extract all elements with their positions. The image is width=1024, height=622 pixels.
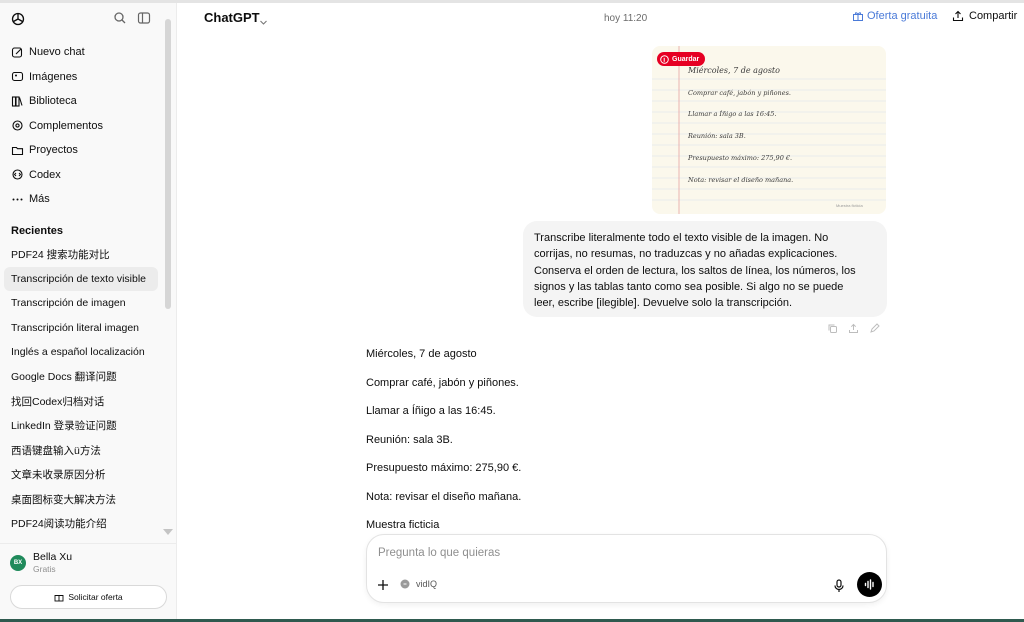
sidebar: Nuevo chat Imágenes Biblioteca Complemen… bbox=[0, 3, 177, 619]
gift-icon bbox=[852, 10, 864, 22]
chevron-down-icon[interactable] bbox=[259, 14, 268, 25]
sidebar-divider bbox=[0, 543, 176, 544]
avatar: BX bbox=[10, 555, 26, 571]
assistant-line: Llamar a Íñigo a las 16:45. bbox=[366, 405, 496, 417]
sidebar-header bbox=[0, 3, 176, 33]
voice-mode-button[interactable] bbox=[857, 572, 882, 597]
sidebar-item-more[interactable]: Más bbox=[4, 187, 160, 212]
message-composer: vidIQ bbox=[366, 534, 887, 603]
request-offer-button[interactable]: Solicitar oferta bbox=[10, 585, 167, 609]
edit-icon[interactable] bbox=[869, 323, 880, 334]
sidebar-item-new-chat[interactable]: Nuevo chat bbox=[4, 40, 160, 65]
model-selector[interactable]: ChatGPT bbox=[204, 10, 260, 25]
chat-timestamp: hoy 11:20 bbox=[604, 13, 648, 24]
assistant-line: Presupuesto máximo: 275,90 €. bbox=[366, 462, 522, 474]
free-offer-link[interactable]: Oferta gratuita bbox=[852, 10, 937, 22]
pinterest-save-button[interactable]: Guardar bbox=[657, 52, 706, 66]
recent-chat-item[interactable]: 桌面图标变大解决方法 bbox=[4, 487, 158, 512]
recent-chat-item[interactable]: 找回Codex归档对话 bbox=[4, 389, 158, 414]
sidebar-item-label: Imágenes bbox=[29, 70, 78, 83]
microphone-icon[interactable] bbox=[833, 579, 845, 593]
assistant-message: Miércoles, 7 de agosto Comprar café, jab… bbox=[366, 346, 846, 546]
user-message-line: Conserva el orden de lectura, los saltos… bbox=[534, 264, 856, 277]
recent-chat-item[interactable]: Inglés a español localización bbox=[4, 340, 158, 365]
note-line: Presupuesto máximo: 275,90 €. bbox=[688, 154, 793, 162]
sidebar-item-label: Más bbox=[29, 193, 50, 206]
sidebar-item-label: Nuevo chat bbox=[29, 46, 85, 59]
user-message-line: signos y las tablas tanto como sea posib… bbox=[534, 280, 844, 293]
recents-heading: Recientes bbox=[11, 225, 63, 237]
vidiq-label: vidIQ bbox=[416, 579, 438, 589]
sidebar-item-codex[interactable]: Codex bbox=[4, 163, 160, 188]
note-watermark: Muestra ficticia bbox=[836, 203, 863, 208]
more-icon bbox=[11, 193, 24, 206]
user-message-line: leer, escribe [ilegible]. Devuelve solo … bbox=[534, 297, 793, 310]
plugins-icon bbox=[11, 119, 24, 132]
assistant-line: Nota: revisar el diseño mañana. bbox=[366, 490, 522, 503]
scroll-down-arrow-icon[interactable] bbox=[163, 529, 173, 535]
message-actions bbox=[827, 323, 880, 334]
request-offer-label: Solicitar oferta bbox=[68, 592, 123, 602]
uploaded-note-image[interactable]: Miércoles, 7 de agosto Comprar café, jab… bbox=[652, 46, 886, 214]
waveform-icon bbox=[863, 578, 876, 591]
sidebar-item-label: Proyectos bbox=[29, 144, 78, 157]
note-line: Llamar a Íñigo a las 16:45. bbox=[688, 110, 777, 118]
note-line: Nota: revisar el diseño mañana. bbox=[688, 176, 794, 184]
free-offer-label: Oferta gratuita bbox=[867, 10, 938, 22]
recent-chat-item[interactable]: Transcripción literal imagen bbox=[4, 316, 158, 341]
recent-chat-item[interactable]: PDF24 搜索功能对比 bbox=[4, 242, 158, 267]
recent-chat-item[interactable]: PDF24阅读功能介绍 bbox=[4, 512, 158, 537]
recent-chat-item[interactable]: LinkedIn 登录验证问题 bbox=[4, 414, 158, 439]
prompt-input[interactable] bbox=[378, 547, 808, 559]
recents-list: PDF24 搜索功能对比 Transcripción de texto visi… bbox=[4, 242, 158, 536]
note-line: Reunión: sala 3B. bbox=[688, 132, 746, 140]
note-line: Miércoles, 7 de agosto bbox=[688, 66, 780, 75]
recent-chat-item[interactable]: Google Docs 翻译问题 bbox=[4, 365, 158, 390]
share-icon bbox=[952, 10, 964, 22]
recent-chat-item[interactable]: 西语键盘输入ü方法 bbox=[4, 438, 158, 463]
user-profile[interactable]: BX Bella Xu Gratis bbox=[10, 551, 72, 575]
share-button[interactable]: Compartir bbox=[952, 10, 1017, 22]
share-label: Compartir bbox=[969, 10, 1018, 22]
sidebar-item-label: Complementos bbox=[29, 119, 103, 132]
new-chat-icon bbox=[11, 46, 24, 59]
library-icon bbox=[11, 95, 24, 108]
sidebar-toggle-icon[interactable] bbox=[137, 11, 151, 25]
codex-icon bbox=[11, 168, 24, 181]
user-name: Bella Xu bbox=[33, 551, 73, 563]
recent-chat-item-active[interactable]: Transcripción de texto visible bbox=[4, 266, 158, 291]
recent-chat-item[interactable]: Transcripción de imagen bbox=[4, 291, 158, 316]
sidebar-item-images[interactable]: Imágenes bbox=[4, 65, 160, 90]
copy-icon[interactable] bbox=[827, 323, 838, 334]
user-message-bubble: Transcribe literalmente todo el texto vi… bbox=[523, 221, 887, 317]
sidebar-item-label: Biblioteca bbox=[29, 95, 77, 108]
assistant-line: Reunión: sala 3B. bbox=[366, 433, 453, 446]
user-message-line: Transcribe literalmente todo el texto vi… bbox=[534, 232, 829, 244]
images-icon bbox=[11, 70, 24, 83]
sidebar-nav: Nuevo chat Imágenes Biblioteca Complemen… bbox=[4, 40, 160, 212]
vidiq-tool-chip[interactable]: vidIQ bbox=[400, 579, 437, 589]
user-info: Bella Xu Gratis bbox=[33, 551, 72, 575]
sidebar-scrollbar[interactable] bbox=[165, 19, 171, 309]
user-message-line: corrijas, no resumas, no traduzcas y no … bbox=[534, 248, 838, 261]
search-icon[interactable] bbox=[113, 11, 127, 25]
sidebar-item-label: Codex bbox=[29, 168, 61, 181]
share-icon[interactable] bbox=[848, 323, 859, 334]
assistant-line: Comprar café, jabón y piñones. bbox=[366, 376, 519, 389]
gift-icon bbox=[54, 592, 64, 602]
save-label: Guardar bbox=[672, 55, 700, 63]
add-attachment-icon[interactable] bbox=[377, 579, 389, 591]
vidiq-icon bbox=[400, 579, 410, 589]
sidebar-item-projects[interactable]: Proyectos bbox=[4, 138, 160, 163]
user-plan: Gratis bbox=[33, 564, 56, 574]
note-line: Comprar café, jabón y piñones. bbox=[688, 89, 791, 97]
folder-icon bbox=[11, 144, 24, 157]
sidebar-item-library[interactable]: Biblioteca bbox=[4, 89, 160, 114]
recent-chat-item[interactable]: 文章未收录原因分析 bbox=[4, 463, 158, 488]
chatgpt-logo-icon[interactable] bbox=[10, 11, 26, 27]
sidebar-item-plugins[interactable]: Complementos bbox=[4, 114, 160, 139]
pinterest-icon bbox=[660, 54, 669, 64]
assistant-line: Miércoles, 7 de agosto bbox=[366, 348, 477, 360]
